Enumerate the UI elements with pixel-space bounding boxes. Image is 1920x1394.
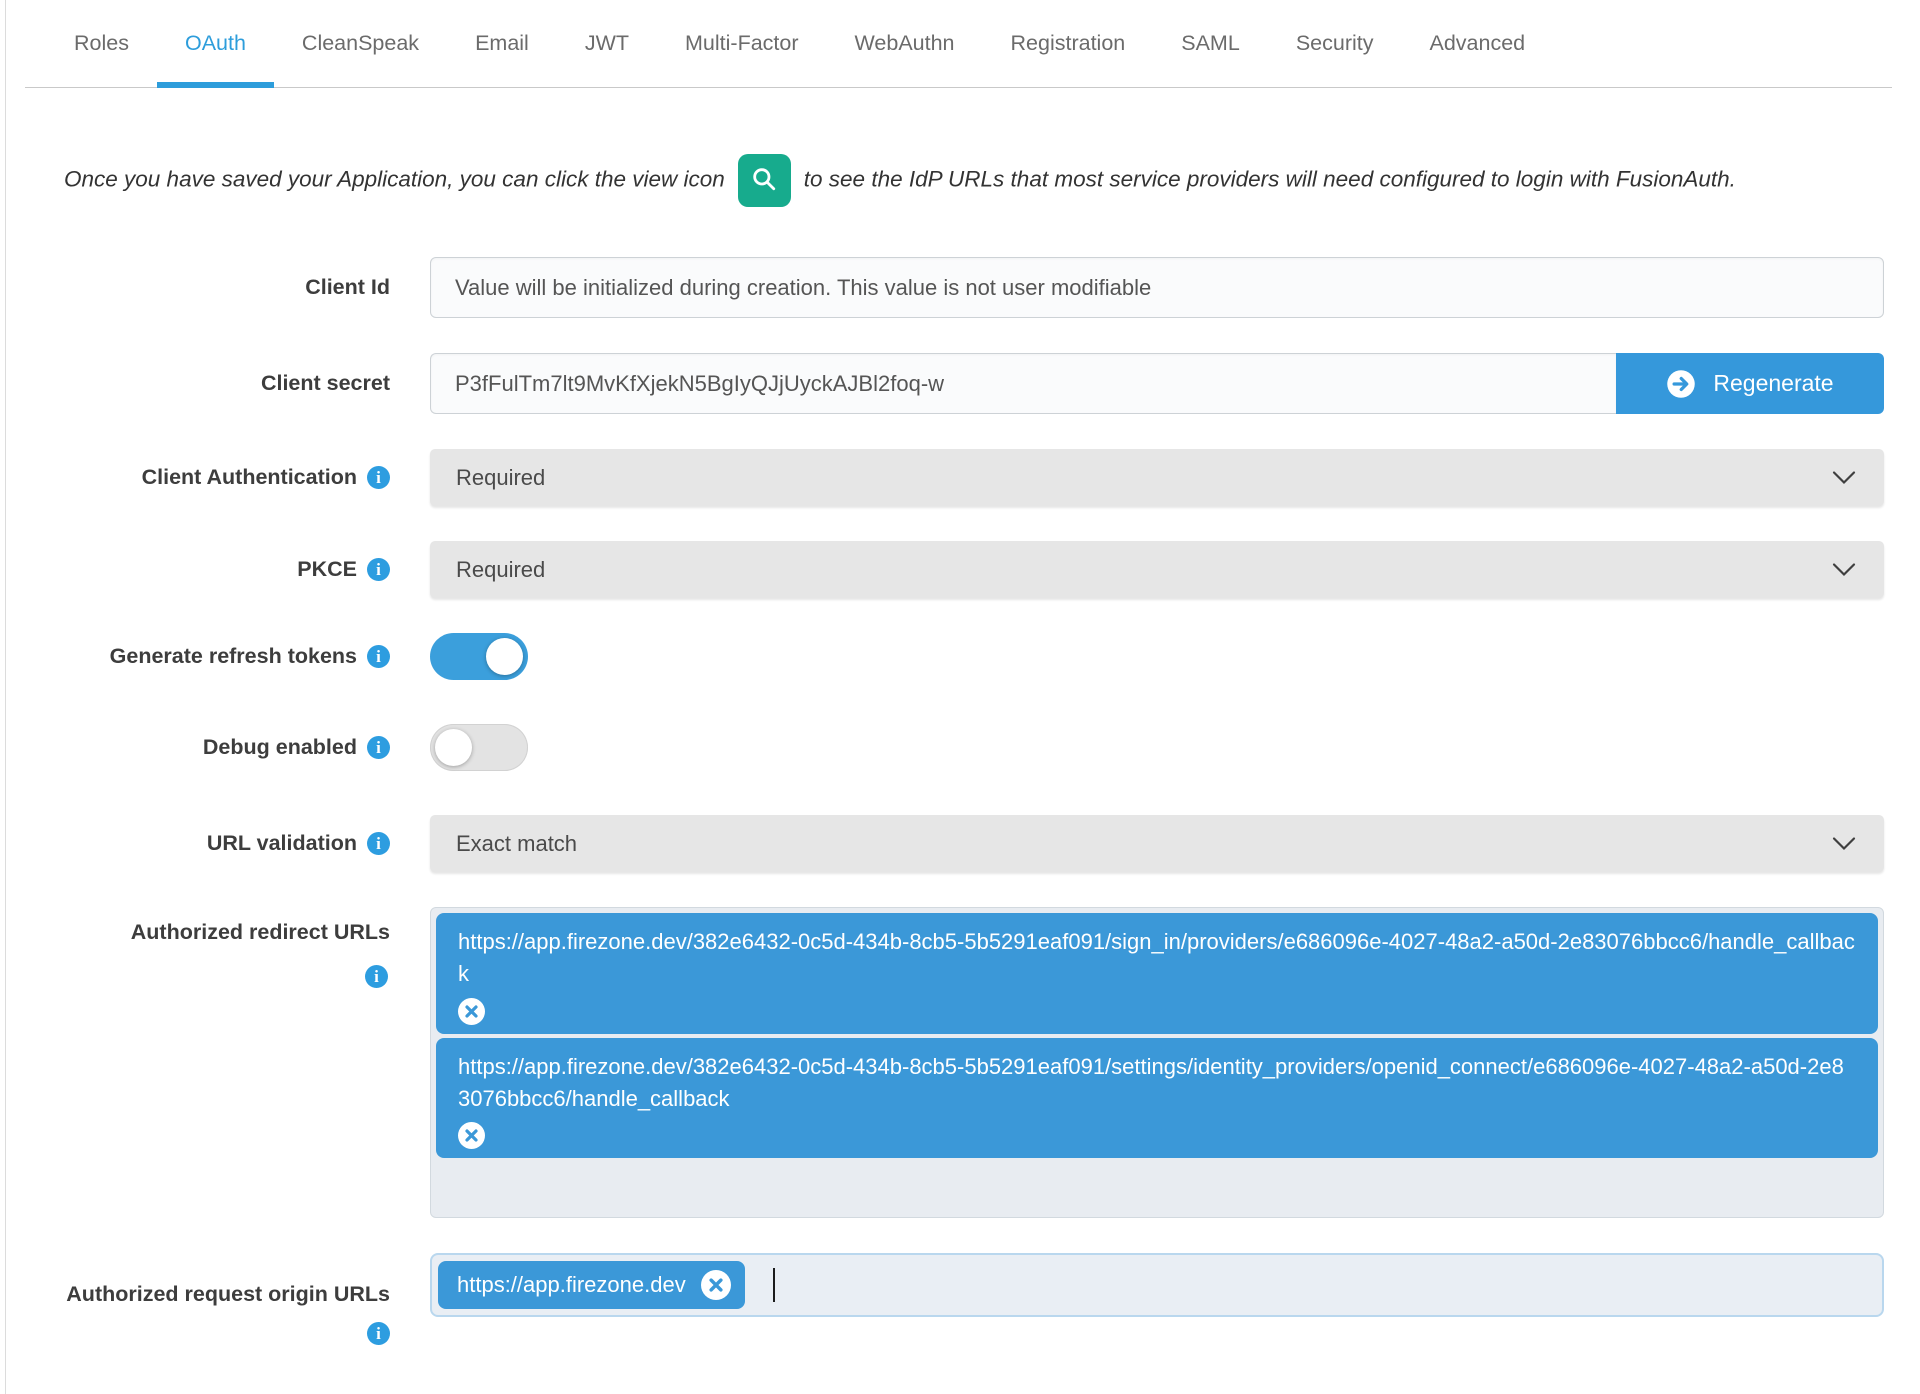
info-circle-icon[interactable]: i: [367, 466, 390, 489]
chevron-down-icon: [1832, 557, 1856, 583]
debug-enabled-label: Debug enabled: [202, 735, 357, 760]
info-circle-icon[interactable]: i: [367, 832, 390, 855]
times-circle-icon[interactable]: [458, 997, 485, 1025]
intro-text-after: to see the IdP URLs that most service pr…: [803, 166, 1736, 192]
authorized-redirect-urls-row: Authorized redirect URLs i https://app.f…: [64, 907, 1884, 1219]
tab-roles[interactable]: Roles: [46, 0, 157, 87]
chevron-down-icon: [1832, 831, 1856, 857]
times-circle-icon[interactable]: [700, 1270, 731, 1301]
client-authentication-value: Required: [456, 464, 546, 490]
search-icon: [751, 166, 777, 195]
generate-refresh-tokens-row: Generate refresh tokens i: [64, 633, 1884, 680]
toggle-knob: [486, 638, 523, 675]
regenerate-button-label: Regenerate: [1713, 370, 1834, 396]
debug-enabled-toggle[interactable]: [430, 724, 528, 771]
tab-multi-factor[interactable]: Multi-Factor: [657, 0, 826, 87]
url-chip: https://app.firezone.dev/382e6432-0c5d-4…: [436, 1037, 1878, 1159]
tab-registration[interactable]: Registration: [983, 0, 1154, 87]
tab-saml[interactable]: SAML: [1153, 0, 1268, 87]
tab-email[interactable]: Email: [447, 0, 557, 87]
origin-url-chip-text: https://app.firezone.dev: [457, 1272, 686, 1298]
client-secret-input[interactable]: [430, 353, 1616, 414]
info-circle-icon[interactable]: i: [367, 1321, 390, 1345]
pkce-row: PKCE i Required: [64, 541, 1884, 598]
generate-refresh-tokens-toggle[interactable]: [430, 633, 528, 680]
info-circle-icon[interactable]: i: [367, 558, 390, 581]
oauth-form: Client Id Client secret Regenerate: [64, 257, 1884, 1346]
client-authentication-select[interactable]: Required: [430, 449, 1884, 506]
regenerate-button[interactable]: Regenerate: [1616, 353, 1884, 414]
pkce-label: PKCE: [297, 557, 357, 582]
info-circle-icon[interactable]: i: [367, 644, 390, 668]
client-id-row: Client Id: [64, 257, 1884, 318]
tab-advanced[interactable]: Advanced: [1401, 0, 1553, 87]
pkce-value: Required: [456, 556, 546, 582]
debug-enabled-row: Debug enabled i: [64, 724, 1884, 771]
url-chip-text: https://app.firezone.dev/382e6432-0c5d-4…: [458, 1053, 1844, 1111]
authorized-request-origin-urls-label: Authorized request origin URLs: [66, 1282, 390, 1307]
arrow-circle-right-icon: [1666, 369, 1696, 399]
tab-cleanspeak[interactable]: CleanSpeak: [274, 0, 447, 87]
times-circle-icon[interactable]: [458, 1122, 485, 1150]
tab-jwt[interactable]: JWT: [557, 0, 657, 87]
client-id-label: Client Id: [305, 275, 390, 300]
authorized-request-origin-urls-field[interactable]: https://app.firezone.dev: [430, 1253, 1884, 1318]
intro-text: Once you have saved your Application, yo…: [64, 154, 1814, 207]
origin-url-chip: https://app.firezone.dev: [438, 1261, 745, 1310]
client-authentication-label: Client Authentication: [141, 465, 357, 490]
client-authentication-row: Client Authentication i Required: [64, 449, 1884, 506]
oauth-settings-page: Roles OAuth CleanSpeak Email JWT Multi-F…: [0, 0, 1920, 1394]
intro-text-before: Once you have saved your Application, yo…: [64, 166, 725, 192]
application-tabs: Roles OAuth CleanSpeak Email JWT Multi-F…: [25, 0, 1892, 88]
client-id-input: [430, 257, 1884, 318]
view-icon-button[interactable]: [737, 154, 791, 207]
url-validation-row: URL validation i Exact match: [64, 815, 1884, 872]
authorized-redirect-urls-label: Authorized redirect URLs: [130, 920, 390, 944]
panel-left-border: [5, 0, 6, 1394]
info-circle-icon[interactable]: i: [367, 735, 390, 759]
url-validation-label: URL validation: [206, 831, 357, 856]
tab-webauthn[interactable]: WebAuthn: [827, 0, 983, 87]
chevron-down-icon: [1832, 465, 1856, 491]
info-circle-icon[interactable]: i: [365, 965, 388, 989]
pkce-select[interactable]: Required: [430, 541, 1884, 598]
url-chip-text: https://app.firezone.dev/382e6432-0c5d-4…: [458, 929, 1855, 987]
text-caret: [772, 1268, 775, 1303]
tab-oauth[interactable]: OAuth: [156, 0, 274, 88]
toggle-knob: [435, 729, 472, 766]
client-secret-row: Client secret Regenerate: [64, 353, 1884, 414]
tab-security[interactable]: Security: [1268, 0, 1402, 87]
authorized-redirect-urls-field[interactable]: https://app.firezone.dev/382e6432-0c5d-4…: [430, 907, 1884, 1219]
generate-refresh-tokens-label: Generate refresh tokens: [109, 644, 357, 669]
url-chip: https://app.firezone.dev/382e6432-0c5d-4…: [436, 913, 1878, 1034]
url-validation-value: Exact match: [456, 830, 578, 856]
client-secret-label: Client secret: [260, 371, 390, 396]
url-validation-select[interactable]: Exact match: [430, 815, 1884, 872]
authorized-request-origin-urls-row: Authorized request origin URLs i https://…: [64, 1253, 1884, 1346]
